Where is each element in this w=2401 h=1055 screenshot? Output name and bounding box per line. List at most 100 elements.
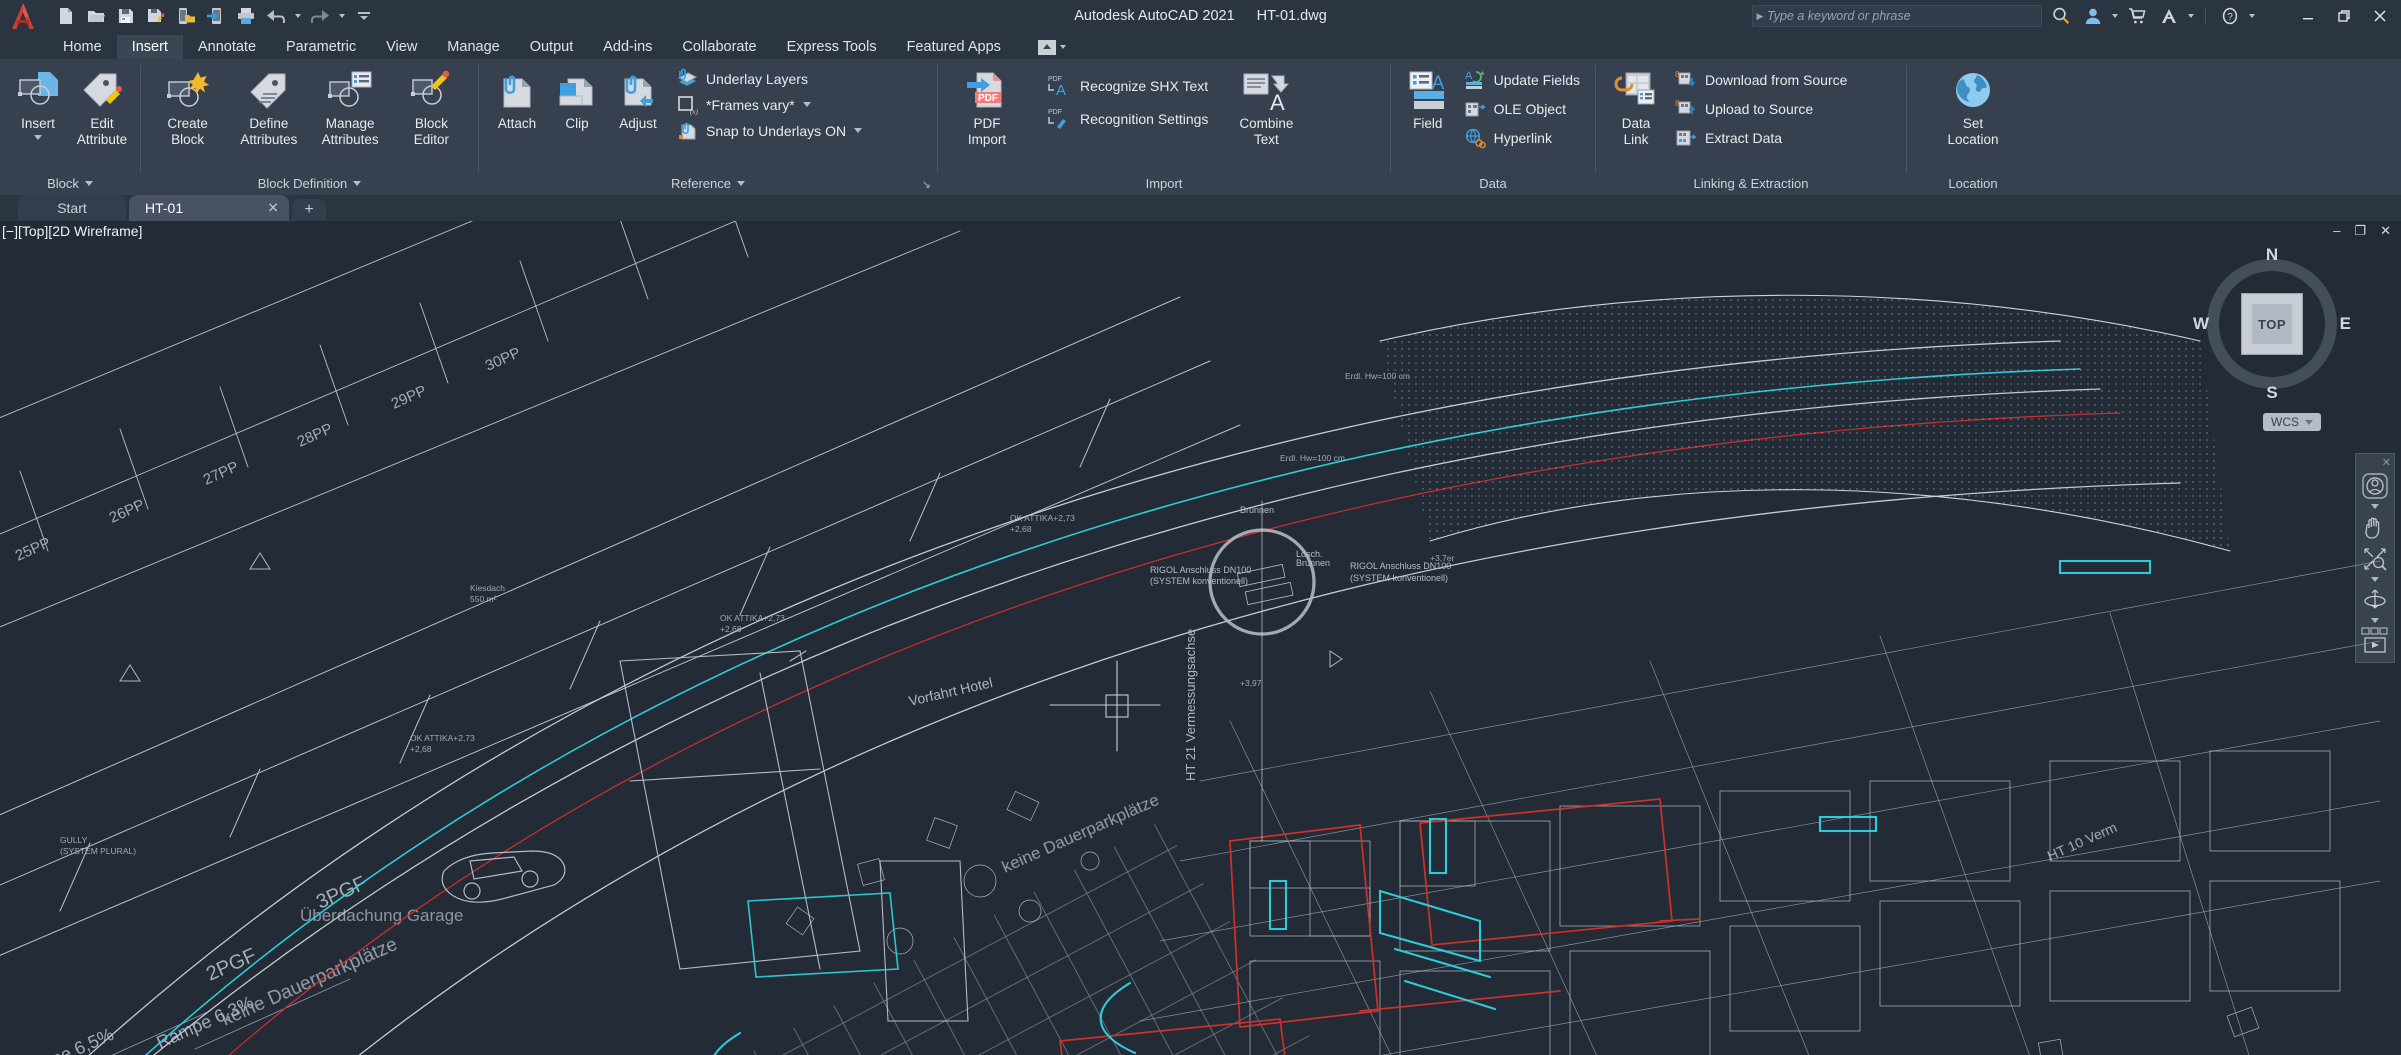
viewport-label[interactable]: [−][Top][2D Wireframe] [0,223,142,239]
tab-annotate[interactable]: Annotate [183,35,271,59]
tab-add-ins[interactable]: Add-ins [588,35,667,59]
frames-vary-button[interactable]: (x) *Frames vary* [672,92,870,117]
showmotion-icon[interactable] [2358,626,2392,656]
manage-attributes-button[interactable]: Manage Attributes [311,64,390,152]
attach-button[interactable]: Attach [486,64,548,136]
adjust-button[interactable]: Adjust [606,64,670,136]
ucs-dropdown-icon[interactable] [2305,419,2313,425]
navigation-bar[interactable]: ✕ [2355,453,2395,663]
plot-icon[interactable] [232,3,260,29]
update-fields-button[interactable]: A Update Fields [1460,66,1588,94]
help-icon[interactable]: ? [2217,3,2243,29]
navigation-bar-close-icon[interactable]: ✕ [2382,458,2391,469]
hyperlink-button[interactable]: Hyperlink [1460,124,1588,152]
viewport-close-button[interactable]: ✕ [2380,223,2391,239]
panel-block-definition-expand-icon[interactable] [353,180,362,186]
viewport-restore-button[interactable]: ❐ [2354,223,2366,239]
snap-to-underlays-button[interactable]: Snap to Underlays ON [672,118,870,143]
recognition-settings-button[interactable]: PDF Recognition Settings [1042,103,1216,135]
doc-tab-start[interactable]: Start [18,195,126,221]
field-button[interactable]: A Field [1398,64,1458,136]
search-bar[interactable]: ▶ [1752,5,2042,27]
view-cube[interactable]: N S E W TOP [2191,243,2353,405]
redo-dropdown-icon[interactable] [336,3,348,29]
open-from-web-icon[interactable] [172,3,200,29]
extract-data-button[interactable]: Extract Data [1671,124,1855,152]
tab-output[interactable]: Output [515,35,589,59]
tab-view[interactable]: View [371,35,432,59]
account-dropdown-icon[interactable] [2112,14,2118,18]
tab-express-tools[interactable]: Express Tools [772,35,892,59]
restore-button[interactable] [2329,1,2359,31]
view-cube-south-label[interactable]: S [2266,383,2277,403]
viewport-minimize-button[interactable]: – [2333,223,2340,239]
search-icon[interactable] [2048,3,2074,29]
download-from-source-button[interactable]: 8 Download from Source [1671,66,1855,94]
underlay-layers-button[interactable]: Underlay Layers [672,66,870,91]
ribbon-display-options[interactable] [1037,35,1066,59]
block-editor-button[interactable]: Block Editor [392,64,471,152]
clip-button[interactable]: Clip [550,64,604,136]
full-navigation-wheel-icon[interactable] [2358,471,2392,501]
account-icon[interactable] [2080,3,2106,29]
tab-manage[interactable]: Manage [432,35,514,59]
view-cube-north-label[interactable]: N [2266,245,2278,265]
view-cube-face[interactable]: TOP [2241,293,2303,355]
panel-block-expand-icon[interactable] [84,180,93,186]
minimize-button[interactable] [2293,1,2323,31]
help-dropdown-icon[interactable] [2249,14,2255,18]
upload-to-source-button[interactable]: 8 Upload to Source [1671,95,1855,123]
new-document-tab-button[interactable]: + [292,199,326,221]
combine-text-button[interactable]: A Combine Text [1218,64,1314,152]
ole-object-button[interactable]: OLE Object [1460,95,1588,123]
orbit-dropdown-icon[interactable] [2371,618,2379,623]
navigation-wheel-dropdown-icon[interactable] [2371,504,2379,509]
reference-dialog-launcher[interactable]: ↘ [922,178,931,191]
undo-dropdown-icon[interactable] [292,3,304,29]
tab-parametric[interactable]: Parametric [271,35,371,59]
pdf-import-button[interactable]: PDF PDF Import [945,64,1029,152]
pan-icon[interactable] [2358,512,2392,542]
orbit-icon[interactable] [2358,585,2392,615]
doc-tab-close-icon[interactable]: ✕ [267,200,279,217]
save-to-web-icon[interactable] [202,3,230,29]
snap-to-underlays-dropdown-icon[interactable] [854,128,863,133]
recognize-shx-text-button[interactable]: PDF A Recognize SHX Text [1042,70,1216,102]
search-input[interactable] [1767,9,2041,23]
autodesk-account-icon[interactable] [2156,3,2182,29]
set-location-button[interactable]: Set Location [1930,64,2016,152]
view-cube-face-label[interactable]: TOP [2252,304,2292,344]
close-button[interactable] [2365,1,2395,31]
view-cube-east-label[interactable]: E [2340,314,2351,334]
undo-icon[interactable] [262,3,290,29]
edit-attribute-button[interactable]: Edit Attribute [71,64,133,152]
save-icon[interactable] [112,3,140,29]
ribbon-minimize-icon[interactable] [1037,39,1056,55]
save-as-icon[interactable] [142,3,170,29]
data-link-button[interactable]: Data Link [1603,64,1669,152]
drawing-canvas[interactable]: 25PP 26PP 27PP 28PP 29PP 30PP 2PGF 3PGF … [0,221,2401,1055]
insert-block-dropdown-icon[interactable] [34,135,42,140]
tab-collaborate[interactable]: Collaborate [667,35,771,59]
open-file-icon[interactable] [82,3,110,29]
tab-insert[interactable]: Insert [116,35,183,59]
cad-drawing[interactable]: 25PP 26PP 27PP 28PP 29PP 30PP 2PGF 3PGF … [0,221,2401,1055]
new-file-icon[interactable] [52,3,80,29]
ucs-selector[interactable]: WCS [2263,413,2321,431]
doc-tab-ht-01[interactable]: HT-01 ✕ [129,195,289,221]
customize-qat-icon[interactable] [350,3,378,29]
zoom-dropdown-icon[interactable] [2371,577,2379,582]
insert-block-button[interactable]: Insert [7,64,69,144]
create-block-button[interactable]: Create Block [148,64,227,152]
redo-icon[interactable] [306,3,334,29]
search-expand-icon[interactable]: ▶ [1753,11,1767,21]
ribbon-options-dropdown-icon[interactable] [1059,45,1066,49]
tab-featured-apps[interactable]: Featured Apps [892,35,1016,59]
autodesk-app-store-icon[interactable] [2124,3,2150,29]
autodesk-account-dropdown-icon[interactable] [2188,14,2194,18]
frames-vary-dropdown-icon[interactable] [802,102,811,107]
autocad-logo-icon[interactable] [0,0,46,32]
panel-reference-expand-icon[interactable] [736,180,745,186]
zoom-extents-icon[interactable] [2358,544,2392,574]
define-attributes-button[interactable]: Define Attributes [229,64,308,152]
